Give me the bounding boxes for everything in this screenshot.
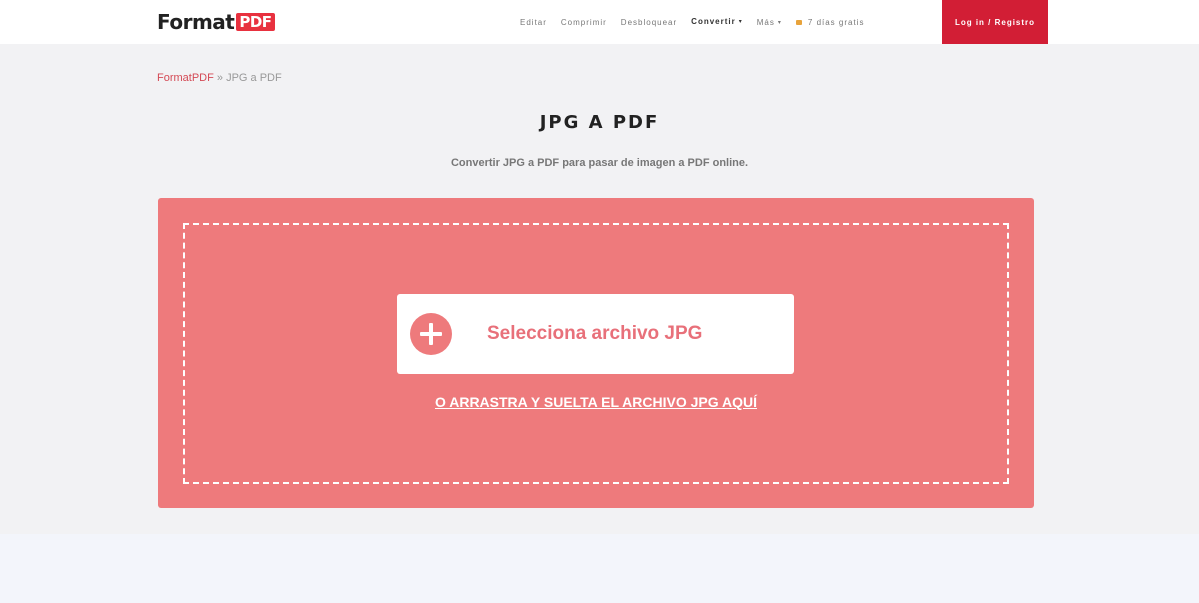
breadcrumb-separator: » bbox=[213, 72, 227, 84]
select-file-label: Selecciona archivo JPG bbox=[487, 323, 703, 344]
page-title: JPG A PDF bbox=[539, 112, 660, 133]
nav-item-editar[interactable]: Editar bbox=[520, 0, 547, 44]
login-register-button[interactable]: Log in / Registro bbox=[942, 0, 1048, 44]
nav-label: Más bbox=[756, 17, 775, 27]
trial-label: 7 días gratis bbox=[807, 17, 865, 27]
nav-item-desbloquear[interactable]: Desbloquear bbox=[621, 0, 677, 44]
nav-label: Convertir bbox=[691, 16, 736, 26]
upload-dropzone[interactable]: Selecciona archivo JPG O ARRASTRA Y SUEL… bbox=[158, 198, 1034, 508]
breadcrumb-home-link[interactable]: FormatPDF bbox=[157, 72, 214, 84]
select-file-button[interactable]: Selecciona archivo JPG bbox=[397, 294, 794, 374]
breadcrumb: FormatPDF » JPG a PDF bbox=[157, 72, 282, 84]
trial-link[interactable]: 7 días gratis bbox=[795, 0, 865, 44]
nav-label: Desbloquear bbox=[620, 17, 678, 27]
nav-label: Editar bbox=[520, 17, 547, 27]
gift-icon bbox=[795, 19, 802, 25]
breadcrumb-current: JPG a PDF bbox=[226, 72, 282, 84]
formatpdf-logo[interactable]: Format PDF bbox=[157, 10, 275, 34]
top-header: Format PDF Editar Comprimir Desbloquear … bbox=[0, 0, 1199, 44]
page: Format PDF Editar Comprimir Desbloquear … bbox=[0, 0, 1199, 603]
nav-item-comprimir[interactable]: Comprimir bbox=[561, 0, 607, 44]
chevron-down-icon: ▾ bbox=[777, 19, 782, 26]
chevron-down-icon: ▾ bbox=[738, 18, 743, 25]
nav-label: Comprimir bbox=[560, 17, 607, 27]
logo-text: Format bbox=[157, 10, 235, 34]
page-subtitle: Convertir JPG a PDF para pasar de imagen… bbox=[450, 157, 749, 169]
drag-drop-text: O ARRASTRA Y SUELTA EL ARCHIVO JPG AQUÍ bbox=[434, 394, 758, 410]
footer-area bbox=[0, 534, 1199, 603]
nav-item-convertir[interactable]: Convertir ▾ bbox=[691, 0, 743, 44]
nav-item-mas[interactable]: Más ▾ bbox=[757, 0, 782, 44]
main-nav: Editar Comprimir Desbloquear Convertir ▾… bbox=[520, 0, 864, 44]
plus-icon bbox=[410, 313, 452, 355]
main-content: FormatPDF » JPG a PDF JPG A PDF Converti… bbox=[0, 44, 1199, 534]
logo-badge: PDF bbox=[236, 13, 275, 31]
